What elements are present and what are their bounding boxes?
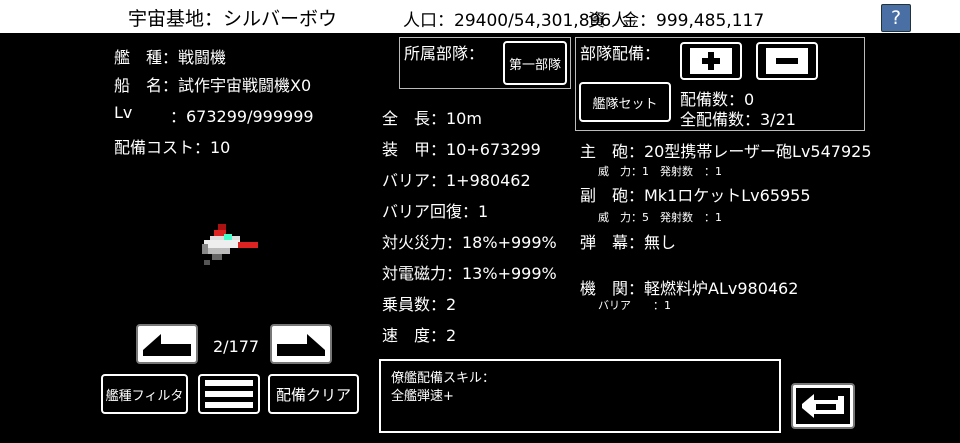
minus-icon: [766, 48, 808, 74]
deploy-box: 部隊配備： 艦隊セット 配備数：0 全配備数：3/21: [575, 37, 865, 131]
arrow-left-icon: [143, 334, 191, 356]
add-deploy-button[interactable]: [680, 42, 742, 80]
prev-ship-button[interactable]: [136, 324, 198, 364]
deploy-label: 部隊配備：: [580, 44, 661, 63]
stat-barrier: バリア：1+980462: [382, 171, 531, 190]
ship-level-value: ：673299/999999: [170, 107, 314, 126]
ship-sprite: [198, 222, 264, 268]
fleet-set-button[interactable]: 艦隊セット: [579, 82, 671, 122]
arrow-right-icon: [277, 334, 325, 356]
skill-value: 全艦弾速+: [391, 389, 454, 404]
engine: 機 関：軽燃料炉ALv980462: [580, 279, 799, 298]
stat-speed: 速 度：2: [382, 326, 457, 345]
help-button[interactable]: ?: [881, 4, 911, 32]
top-bar: 宇宙基地：シルバーボウ 人口：29400/54,301,896人 資 金：999…: [0, 0, 960, 33]
sub-gun: 副 砲：Mk1ロケットLv65955: [580, 186, 811, 205]
menu-button[interactable]: [198, 374, 260, 414]
ship-type: 艦 種：戦闘機: [114, 48, 227, 67]
deploy-total: 全配備数：3/21: [680, 110, 796, 129]
ship-level-label: Lv: [114, 103, 133, 122]
menu-icon: [205, 380, 253, 408]
ship-counter: 2/177: [213, 337, 260, 356]
unit-select-button[interactable]: 第一部隊: [503, 41, 567, 85]
unit-box: 所属部隊： 第一部隊: [399, 37, 571, 89]
engine-detail: バリア ：1: [598, 299, 671, 312]
next-ship-button[interactable]: [270, 324, 332, 364]
barrage: 弾 幕：無し: [580, 233, 677, 252]
back-button[interactable]: [791, 383, 855, 429]
stat-crew: 乗員数：2: [382, 295, 457, 314]
stat-em-resist: 対電磁力：13%+999%: [382, 264, 557, 283]
plus-icon: [690, 48, 732, 74]
clear-deploy-button[interactable]: 配備クリア: [268, 374, 359, 414]
sub-gun-detail: 威 力：5 発射数 ：1: [598, 211, 722, 224]
stat-length: 全 長：10m: [382, 109, 482, 128]
main-gun: 主 砲：20型携帯レーザー砲Lv547925: [580, 142, 872, 161]
remove-deploy-button[interactable]: [756, 42, 818, 80]
deploy-cost: 配備コスト：10: [114, 138, 231, 157]
return-arrow-icon: [796, 388, 850, 424]
stat-armor: 装 甲：10+673299: [382, 140, 541, 159]
skill-box: 僚艦配備スキル： 全艦弾速+: [379, 359, 781, 433]
ship-name: 船 名：試作宇宙戦闘機X0: [114, 76, 312, 95]
funds: 資 金：999,485,117: [588, 11, 765, 31]
stat-fire-resist: 対火災力：18%+999%: [382, 233, 557, 252]
skill-title: 僚艦配備スキル：: [391, 371, 496, 386]
main-gun-detail: 威 力：1 発射数 ：1: [598, 165, 722, 178]
base-name: 宇宙基地：シルバーボウ: [128, 8, 338, 30]
stat-barrier-recovery: バリア回復：1: [382, 202, 489, 221]
ship-type-filter-button[interactable]: 艦種フィルタ: [101, 374, 188, 414]
unit-label: 所属部隊：: [404, 44, 485, 63]
